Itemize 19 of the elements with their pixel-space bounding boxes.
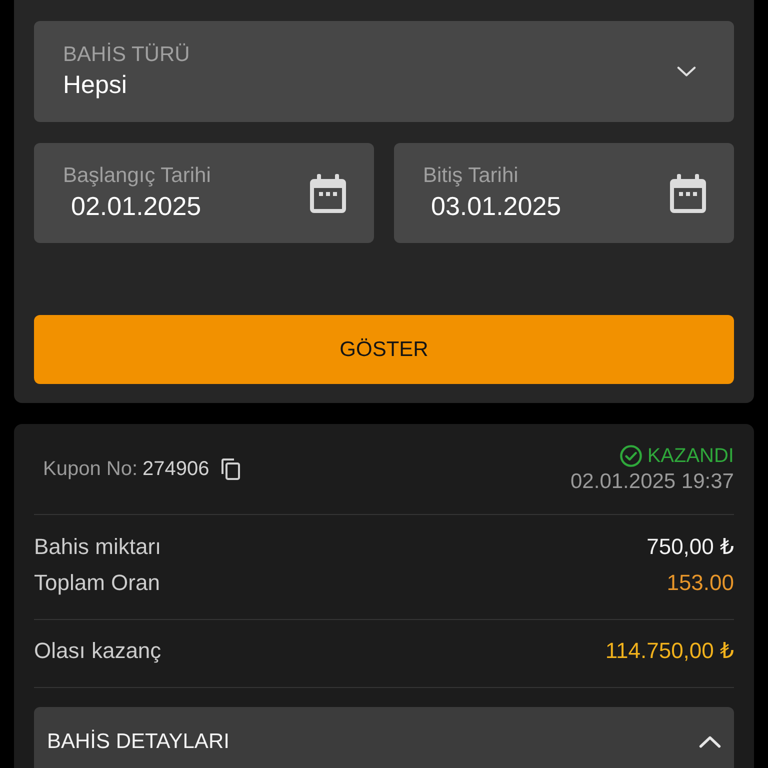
bet-type-select[interactable]: BAHİS TÜRÜ Hepsi [34, 21, 734, 122]
copy-icon[interactable] [221, 458, 240, 480]
status-label: KAZANDI [647, 444, 734, 469]
calendar-icon[interactable] [670, 174, 706, 212]
summary-label: Bahis miktarı [34, 534, 162, 560]
date-field[interactable]: Başlangıç Tarihi 02.01.2025 [34, 143, 374, 243]
summary-label: Olası kazanç [34, 638, 162, 664]
date-field[interactable]: Bitiş Tarihi 03.01.2025 [394, 143, 734, 243]
coupon-label: Kupon No: [43, 458, 138, 480]
show-button[interactable]: GÖSTER [34, 315, 734, 384]
check-circle-icon [620, 445, 642, 467]
summary-label: Toplam Oran [34, 570, 160, 596]
summary-value: 114.750,00 ₺ [605, 638, 734, 664]
summary-value: 153.00 [666, 570, 734, 596]
summary-value: 750,00 ₺ [646, 534, 734, 560]
calendar-icon[interactable] [310, 174, 346, 212]
coupon-number: 274906 [142, 458, 210, 480]
details-header[interactable]: BAHİS DETAYLARI [34, 707, 734, 768]
coupon-date: 02.01.2025 19:37 [570, 469, 734, 495]
